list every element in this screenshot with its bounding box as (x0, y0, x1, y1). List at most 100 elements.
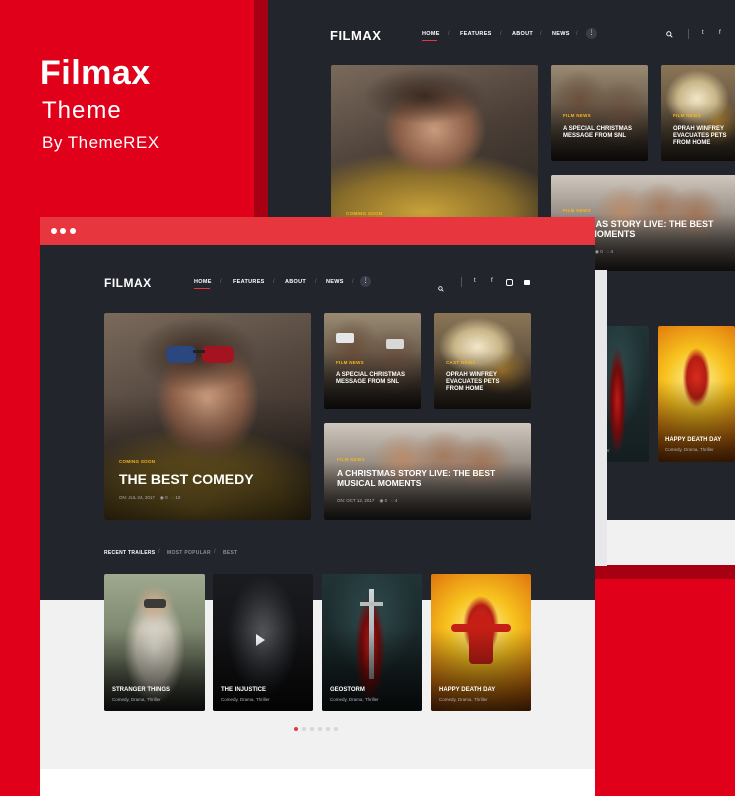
nav-home[interactable]: HOME (422, 31, 440, 37)
nav-about[interactable]: ABOUT (285, 279, 306, 285)
page-footer (40, 769, 595, 796)
trailer-card-the-injustice[interactable]: THE INJUSTICE Comedy, Drama, Thriller (213, 574, 313, 711)
trailer-title[interactable]: HAPPY DEATH DAY (665, 437, 721, 444)
pagination-dot[interactable] (326, 727, 330, 731)
nav-separator: / (576, 31, 578, 37)
post-category[interactable]: FILM NEWS (337, 457, 365, 462)
post-title[interactable]: A SPECIAL CHRISTMAS MESSAGE FROM SNL (336, 372, 414, 386)
post-title[interactable]: A CHRISTMAS STORY LIVE: THE BEST MUSICAL… (337, 468, 512, 489)
post-category[interactable]: COMING SOON (119, 459, 155, 464)
post-title[interactable]: A SPECIAL CHRISTMAS MESSAGE FROM SNL (563, 126, 641, 140)
twitter-icon[interactable]: t (474, 278, 476, 284)
browser-title-bar (40, 217, 595, 245)
nav-separator: / (315, 279, 317, 285)
trailer-genres: Comedy, Drama, Thriller (330, 697, 379, 702)
post-title[interactable]: THE BEST COMEDY (119, 471, 254, 487)
pagination-dot[interactable] (334, 727, 338, 731)
post-category[interactable]: FILM NEWS (336, 360, 364, 365)
eye-icon: ◉ (595, 249, 599, 254)
nav-active-underline (194, 288, 210, 289)
back-screen-light-section (595, 520, 735, 565)
nav-active-underline (422, 40, 437, 41)
browser-window: FILMAX HOME / FEATURES / ABOUT / NEWS / … (40, 217, 595, 796)
post-category[interactable]: COMING SOON (346, 211, 382, 216)
views-count: 0 (384, 498, 388, 503)
search-icon[interactable] (438, 279, 444, 297)
youtube-icon[interactable] (524, 280, 530, 285)
eye-icon: ◉ (159, 495, 164, 500)
tab-recent-trailers[interactable]: RECENT TRAILERS (104, 550, 155, 556)
nav-separator: / (448, 31, 450, 37)
post-title[interactable]: OPRAH WINFREY EVACUATES PETS FROM HOME (446, 372, 516, 393)
nav-news[interactable]: NEWS (552, 31, 570, 37)
post-oprah-image[interactable]: CAST NEWS OPRAH WINFREY EVACUATES PETS F… (434, 313, 531, 409)
back-screen-shadow (254, 0, 268, 217)
nav-about[interactable]: ABOUT (512, 31, 533, 37)
comments-count: 10 (175, 495, 181, 500)
back-screen-dark-section (595, 270, 607, 566)
pagination-dot[interactable] (310, 727, 314, 731)
tab-best[interactable]: BEST (223, 550, 238, 556)
twitter-icon[interactable]: t (702, 30, 704, 36)
tab-separator: / (214, 549, 216, 555)
post-category[interactable]: FILM NEWS (563, 208, 591, 213)
trailer-genres: Comedy, Drama, Thriller (439, 697, 488, 702)
pagination-dot[interactable] (302, 727, 306, 731)
tab-most-popular[interactable]: MOST POPULAR (167, 550, 211, 556)
window-dot[interactable] (51, 228, 57, 234)
post-meta: ON: JUL 24, 2017 ◉ 0 ◌ 10 (119, 495, 180, 501)
post-meta: ON: OCT 12, 2017 ◉ 0 ◌ 4 (337, 498, 397, 504)
feature-post-image[interactable]: COMING SOON THE BEST COMEDY ON: JUL 24, … (104, 313, 311, 520)
nav-separator: / (352, 279, 354, 285)
more-menu-button[interactable]: ⋮ (586, 28, 597, 39)
brand-title: Filmax (40, 54, 151, 92)
trailer-genres: Comedy, Drama, Thriller (112, 697, 161, 702)
nav-features[interactable]: FEATURES (460, 31, 492, 37)
site-logo[interactable]: FILMAX (330, 28, 381, 43)
header-divider (461, 277, 462, 287)
post-title[interactable]: A CHRISTMAS STORY LIVE: THE BEST MUSICAL… (595, 219, 735, 240)
search-icon[interactable] (666, 31, 673, 40)
window-dot[interactable] (70, 228, 76, 234)
post-category[interactable]: FILM NEWS (673, 113, 701, 118)
trailer-title[interactable]: THE INJUSTICE (221, 687, 266, 694)
more-menu-button[interactable]: ⋮ (360, 276, 371, 287)
post-date: ON: JUL 24, 2017 (119, 495, 155, 500)
comment-icon: ◌ (171, 495, 175, 500)
post-title[interactable]: OPRAH WINFREY EVACUATES PETS FROM HOME (673, 126, 735, 147)
site-logo[interactable]: FILMAX (104, 276, 152, 290)
trailer-title[interactable]: GEOSTORM (330, 687, 365, 694)
post-xmas-image[interactable]: FILM NEWS A CHRISTMAS STORY LIVE: THE BE… (324, 423, 531, 520)
comments-count: 4 (610, 249, 613, 254)
brand-subtitle: Theme (42, 97, 122, 124)
trailer-card-stranger-things[interactable]: STRANGER THINGS Comedy, Drama, Thriller (104, 574, 205, 711)
facebook-icon[interactable]: f (491, 278, 493, 284)
nav-news[interactable]: NEWS (326, 279, 344, 285)
post-category[interactable]: CAST NEWS (446, 360, 476, 365)
nav-home[interactable]: HOME (194, 279, 212, 285)
post-meta: ◉ 0 ◌ 4 (595, 249, 613, 255)
trailer-card-happy-death-day[interactable]: HAPPY DEATH DAY Comedy, Drama, Thriller (658, 326, 735, 462)
facebook-icon[interactable]: f (719, 30, 721, 36)
post-vr-image[interactable]: FILM NEWS A SPECIAL CHRISTMAS MESSAGE FR… (551, 65, 648, 161)
pagination-dot[interactable] (318, 727, 322, 731)
views-count: 0 (600, 249, 603, 254)
trailer-card-happy-death-day[interactable]: HAPPY DEATH DAY Comedy, Drama, Thriller (431, 574, 531, 711)
feature-post-image[interactable] (331, 65, 538, 220)
trailer-card-geostorm[interactable]: GEOSTORM Comedy, Drama, Thriller (322, 574, 422, 711)
nav-features[interactable]: FEATURES (233, 279, 265, 285)
pagination-dot[interactable] (294, 727, 298, 731)
views-count: 0 (165, 495, 168, 500)
instagram-icon[interactable] (506, 279, 513, 286)
trailer-title[interactable]: STRANGER THINGS (112, 687, 170, 694)
comments-count: 4 (394, 498, 398, 503)
header-divider (688, 29, 689, 39)
post-category[interactable]: FILM NEWS (563, 113, 591, 118)
post-vr-image[interactable]: FILM NEWS A SPECIAL CHRISTMAS MESSAGE FR… (324, 313, 421, 409)
nav-separator: / (220, 279, 222, 285)
brand-author: By ThemeREX (42, 133, 160, 152)
post-oprah-image[interactable]: FILM NEWS OPRAH WINFREY EVACUATES PETS F… (661, 65, 735, 161)
window-dot[interactable] (60, 228, 66, 234)
post-title-clip: A CHRISTMAS STORY LIVE: THE BEST MUSICAL… (595, 219, 735, 243)
trailer-title[interactable]: HAPPY DEATH DAY (439, 687, 495, 694)
